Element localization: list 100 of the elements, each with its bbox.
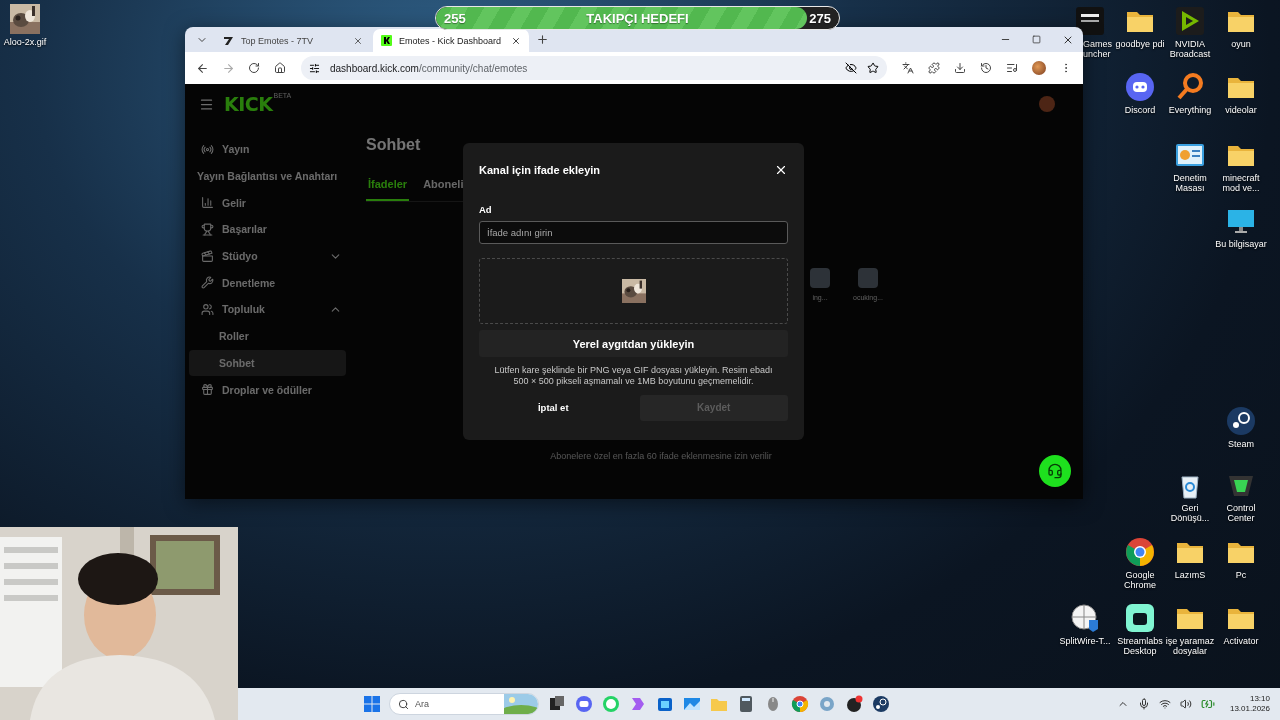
sidebar-item[interactable]: Roller <box>189 322 346 350</box>
app-icon[interactable] <box>1226 406 1256 436</box>
history-icon <box>980 62 992 74</box>
icon-label: Everything <box>1168 105 1212 116</box>
sidebar-icon <box>201 302 214 316</box>
icon-label: Google Chrome <box>1123 570 1157 591</box>
plus-icon <box>535 33 549 46</box>
browser-tab[interactable]: Emotes - Kick Dashboard <box>373 29 529 52</box>
input-field[interactable]: İfade adını girin <box>479 221 788 244</box>
sidebar-item[interactable]: Denetleme <box>189 269 346 297</box>
sidebar-icon <box>201 222 214 236</box>
icon-label: videolar <box>1225 105 1257 116</box>
address-bar[interactable]: dashboard.kick.com/community/chat/emotes <box>301 56 887 80</box>
site-settings-icon[interactable] <box>309 62 320 74</box>
sidebar-item[interactable]: Stüdyo <box>189 242 346 270</box>
icon-label: minecraft mod ve... <box>1221 173 1261 194</box>
sidebar-item[interactable]: Başarılar <box>189 216 346 243</box>
puzzle-icon <box>928 62 940 74</box>
speaker-icon[interactable] <box>1179 698 1192 710</box>
goal-title: TAKIPÇI HEDEFI <box>585 10 690 26</box>
icon-label: Streamlabs Desktop <box>1116 636 1164 657</box>
icon-label: LazımS <box>1174 570 1206 581</box>
globe-icon[interactable] <box>1070 603 1100 633</box>
home-icon <box>274 62 286 74</box>
translate-icon <box>902 62 914 74</box>
icon-label: Geri Dönüşü... <box>1169 503 1211 524</box>
page-tab[interactable]: İfadeler <box>366 178 410 201</box>
icon-label: Activator <box>1223 636 1259 647</box>
app-icon[interactable] <box>1075 6 1105 36</box>
page-tab[interactable]: Aboneli <box>421 178 466 201</box>
sidebar-item[interactable]: Sohbet <box>189 349 346 377</box>
icon-label: Games uncher <box>1082 39 1113 60</box>
icon-label: SplitWire-T... <box>1059 636 1111 647</box>
app-icon[interactable] <box>1175 6 1205 36</box>
icon-label: goodbye pdi <box>1115 39 1165 50</box>
app-icon[interactable] <box>548 695 566 713</box>
microphone-icon[interactable] <box>1137 698 1150 710</box>
magnifier-icon[interactable] <box>1175 72 1205 102</box>
search-icon <box>398 698 409 710</box>
sidebar-item[interactable]: Droplar ve ödüller <box>189 376 346 403</box>
battery-icon[interactable] <box>1200 697 1215 711</box>
dialog-title: Kanal için ifade ekleyin <box>479 164 601 176</box>
sidebar-item[interactable]: Gelir <box>189 189 346 217</box>
menu-icon[interactable] <box>199 96 214 112</box>
start-icon[interactable] <box>364 696 380 712</box>
emote-limit-note: Abonelere özel en fazla 60 ifade eklenmesine izin verilir <box>549 451 773 461</box>
icon-label: işe yaramaz dosyalar <box>1165 636 1215 657</box>
icon-label: Pc <box>1235 570 1247 581</box>
sidebar-item[interactable]: Yayın Bağlantısı ve Anahtarı <box>189 162 346 190</box>
search-field[interactable]: Ara <box>389 693 539 715</box>
hint-text: Lütfen kare şeklinde bir PNG veya GIF dosyası yükleyin. Resim ebadı 500 × 500 pikseli aşmamalı ve 1MB boyutunu geçmemelidir. <box>493 365 774 387</box>
icon-label: Aloo-2x.gif <box>3 37 47 48</box>
close-icon[interactable] <box>511 35 521 46</box>
clock[interactable]: 13:10 13.01.2026 <box>1229 693 1270 715</box>
cancel-button[interactable]: İptal et <box>479 394 628 421</box>
headset-icon <box>1047 463 1063 479</box>
close-icon[interactable] <box>353 35 363 46</box>
tab-favicon <box>381 35 392 46</box>
eye-off-icon[interactable] <box>845 62 857 74</box>
page-heading: Sohbet <box>366 136 422 155</box>
sidebar-icon <box>201 249 214 263</box>
goal-start: 255 <box>443 10 467 26</box>
icon-label: Discord <box>1124 105 1156 116</box>
icon-label: Bu bilgisayar <box>1215 239 1267 250</box>
app-icon[interactable] <box>872 695 890 713</box>
music-list-icon <box>1006 62 1018 74</box>
wifi-icon[interactable] <box>1158 698 1171 710</box>
icon-label: Steam <box>1228 439 1254 450</box>
drop-zone[interactable] <box>479 258 788 324</box>
sidebar-item[interactable]: Topluluk <box>189 296 346 323</box>
goal-end: 275 <box>808 10 832 26</box>
icon-label: oyun <box>1231 39 1251 50</box>
arrow-left-icon <box>195 61 209 75</box>
reload-icon <box>248 62 260 74</box>
star-icon[interactable] <box>867 62 879 74</box>
sidebar-icon <box>201 142 214 156</box>
sidebar-icon <box>201 383 214 397</box>
logo[interactable]: KICK <box>224 94 273 114</box>
close-button[interactable] <box>774 163 788 177</box>
profile-avatar[interactable] <box>1032 61 1046 75</box>
icon-label: Control Center <box>1225 503 1257 524</box>
sidebar-item[interactable]: Yayın <box>189 136 346 163</box>
support-button[interactable] <box>1039 455 1071 487</box>
emote-image <box>858 268 878 288</box>
app-icon[interactable] <box>1125 603 1155 633</box>
close-icon <box>774 163 788 177</box>
app-icon[interactable] <box>1125 72 1155 102</box>
arrow-right-icon <box>221 61 235 75</box>
icon-label: Denetim Masası <box>1172 173 1208 194</box>
icon-label: NVIDIA Broadcast <box>1168 39 1212 60</box>
app-icon[interactable] <box>1125 537 1155 567</box>
download-icon <box>954 62 966 74</box>
tab-favicon <box>223 35 234 46</box>
upload-button[interactable]: Yerel aygıtdan yükleyin <box>479 330 788 357</box>
maximize-icon <box>1032 35 1041 44</box>
field-label: Ad <box>479 204 493 215</box>
browser-tab[interactable]: Top Emotes - 7TV <box>215 29 371 52</box>
emote-image <box>810 268 830 288</box>
sidebar-icon <box>201 196 214 210</box>
app-icon[interactable] <box>845 695 863 713</box>
